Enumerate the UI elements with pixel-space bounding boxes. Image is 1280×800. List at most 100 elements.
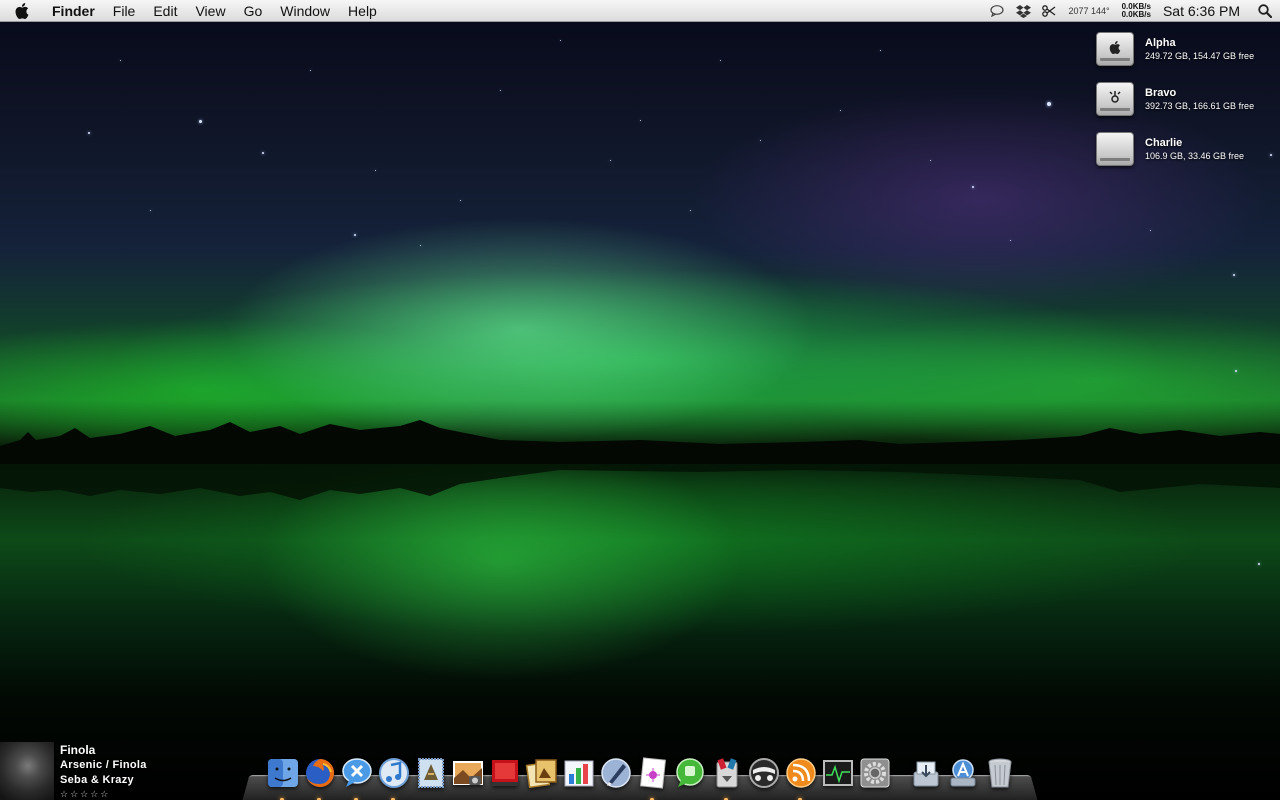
dock-itunes[interactable] [375,754,412,800]
status-counter[interactable]: 2077 144° [1062,6,1115,16]
dock-mail[interactable] [412,754,449,791]
menu-file[interactable]: File [104,0,145,22]
menu-help[interactable]: Help [339,0,386,22]
treeline-silhouette [0,420,1280,500]
star [840,110,841,111]
drive-charlie[interactable]: Charlie 106.9 GB, 33.46 GB free [1096,129,1276,169]
album-track: Arsenic / Finola [60,759,147,771]
star [1233,274,1235,276]
dock-firefox[interactable] [301,754,338,800]
menu-extras: 2077 144° 0.0KB/s 0.0KB/s Sat 6:36 PM [984,0,1280,22]
pen-tool-icon [600,757,631,788]
star [1258,563,1260,565]
star [560,40,561,41]
dock-archive-utility[interactable] [708,754,745,800]
star [420,245,421,246]
dock-photo-booth[interactable] [486,754,523,791]
star [880,50,881,51]
menu-bar: Finder File Edit View Go Window Help 207… [0,0,1280,22]
menu-window[interactable]: Window [271,0,339,22]
star [1150,230,1151,231]
drive-info: 249.72 GB, 154.47 GB free [1145,50,1255,61]
firewire-symbol-icon [1109,91,1121,103]
dock-transmit[interactable] [745,754,782,791]
speech-bubble-icon[interactable] [984,0,1010,22]
star [1235,370,1237,372]
drive-alpha[interactable]: Alpha 249.72 GB, 154.47 GB free [1096,29,1276,69]
dock-preview[interactable] [634,754,671,800]
dock-downloads[interactable] [907,754,944,791]
menu-clock[interactable]: Sat 6:36 PM [1157,3,1250,19]
photo-booth-icon [491,759,518,786]
dock-chat[interactable] [338,754,375,800]
dock-pen-tool[interactable] [597,754,634,791]
net-download: 0.0KB/s [1121,10,1151,19]
dock-applications[interactable] [944,754,981,791]
star [500,90,501,91]
chat-bubble-icon [341,757,372,787]
dock-image-capture[interactable] [449,754,486,791]
star [930,160,931,161]
apple-logo-icon [1109,40,1121,54]
drive-info: 392.73 GB, 166.61 GB free [1145,100,1255,111]
star [1010,240,1011,241]
activity-monitor-icon [822,759,853,786]
firefox-icon [305,758,334,787]
star [262,152,264,154]
starfield [0,0,1280,800]
dock-messaging[interactable] [671,754,708,791]
star [460,200,461,201]
menu-edit[interactable]: Edit [144,0,186,22]
dock-grapher[interactable] [560,754,597,791]
menu-view[interactable]: View [186,0,234,22]
drive-info: 106.9 GB, 33.46 GB free [1145,150,1245,161]
star [375,170,376,171]
network-meter[interactable]: 0.0KB/s 0.0KB/s [1116,3,1157,19]
star [610,160,611,161]
star [720,60,721,61]
finder-icon [267,758,298,787]
track-title: Finola [60,743,96,757]
album-art [0,742,55,800]
photo-frames-icon [525,758,557,788]
graph-icon [564,760,593,786]
mail-stamp-icon [417,757,444,788]
downloads-stack-icon [913,761,938,786]
dock [264,751,1018,800]
star [1047,102,1051,106]
drive-name: Bravo [1145,86,1177,99]
drive-name: Alpha [1145,36,1176,49]
now-playing-widget[interactable]: Finola Arsenic / Finola Seba & Krazy ☆☆☆… [0,742,240,800]
star-rating[interactable]: ☆☆☆☆☆ [60,788,147,800]
rss-icon [785,757,816,788]
star [120,60,121,61]
star [88,132,90,134]
dock-iphoto[interactable] [523,754,560,791]
apple-menu[interactable] [0,0,44,22]
drive-name: Charlie [1145,136,1183,149]
applications-stack-icon [950,758,975,786]
dock-rss[interactable] [782,754,819,800]
apple-icon [15,2,29,19]
gear-icon [860,758,889,787]
image-capture-icon [452,760,483,785]
scissors-icon[interactable] [1036,0,1062,22]
archive-utility-icon [716,757,737,787]
star [310,70,311,71]
spotlight-icon[interactable] [1250,0,1280,22]
dropbox-icon[interactable] [1010,0,1036,22]
menu-app-finder[interactable]: Finder [44,0,104,22]
star [690,210,691,211]
transmit-truck-icon [748,757,779,788]
dock-trash[interactable] [981,754,1018,791]
star [199,120,202,123]
menu-go[interactable]: Go [235,0,272,22]
star [972,186,974,188]
drive-bravo[interactable]: Bravo 392.73 GB, 166.61 GB free [1096,79,1276,119]
dock-system-preferences[interactable] [856,754,893,791]
trash-icon [988,758,1011,787]
dock-activity-monitor[interactable] [819,754,856,791]
itunes-icon [378,757,409,788]
dock-finder[interactable] [264,754,301,800]
star [640,120,641,121]
